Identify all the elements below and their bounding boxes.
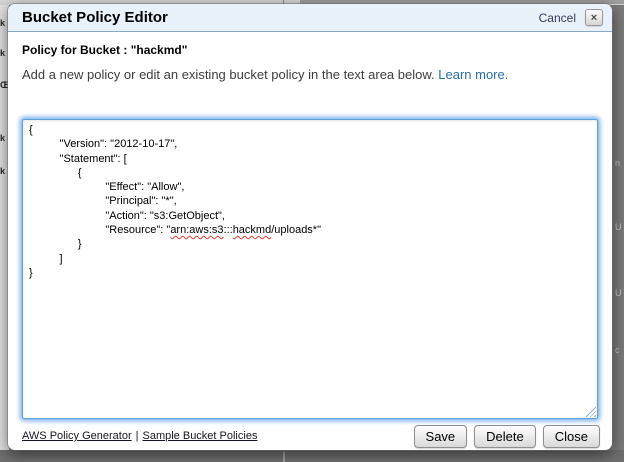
background-text-fragment: U xyxy=(615,222,623,232)
background-text-fragment: Œ xyxy=(0,80,8,90)
delete-button[interactable]: Delete xyxy=(474,425,536,448)
policy-textarea[interactable]: { "Version": "2012-10-17", "Statement": … xyxy=(22,119,598,419)
link-separator: | xyxy=(136,430,139,442)
background-text-fragment: k xyxy=(0,48,8,58)
dialog-header: Bucket Policy Editor Cancel × xyxy=(8,4,612,32)
background-text-fragment: U xyxy=(615,288,623,298)
resize-handle[interactable] xyxy=(585,406,596,417)
dialog-body: Policy for Bucket : "hackmd" Add a new p… xyxy=(8,32,612,419)
dialog-title: Bucket Policy Editor xyxy=(22,9,168,26)
close-button[interactable]: × xyxy=(585,9,603,26)
background-text-fragment: c xyxy=(615,345,623,355)
learn-more-link[interactable]: Learn more. xyxy=(438,67,508,82)
save-button[interactable]: Save xyxy=(414,425,468,448)
cancel-link[interactable]: Cancel xyxy=(539,11,576,25)
background-text-fragment: n xyxy=(615,158,623,168)
sample-bucket-policies-link[interactable]: Sample Bucket Policies xyxy=(143,430,258,442)
dialog-footer: AWS Policy Generator | Sample Bucket Pol… xyxy=(8,419,612,457)
close-dialog-button[interactable]: Close xyxy=(543,425,600,448)
dialog-description: Add a new policy or edit an existing buc… xyxy=(22,67,598,82)
background-text-fragment: k xyxy=(0,166,8,176)
policy-for-bucket-label: Policy for Bucket : "hackmd" xyxy=(22,43,598,57)
policy-json-text: { "Version": "2012-10-17", "Statement": … xyxy=(29,123,591,280)
aws-policy-generator-link[interactable]: AWS Policy Generator xyxy=(22,430,132,442)
close-icon: × xyxy=(591,12,597,24)
description-text: Add a new policy or edit an existing buc… xyxy=(22,67,435,82)
background-text-fragment: k xyxy=(0,18,8,28)
background-text-fragment: k xyxy=(0,133,8,143)
bucket-policy-editor-dialog: Bucket Policy Editor Cancel × Policy for… xyxy=(8,4,612,450)
